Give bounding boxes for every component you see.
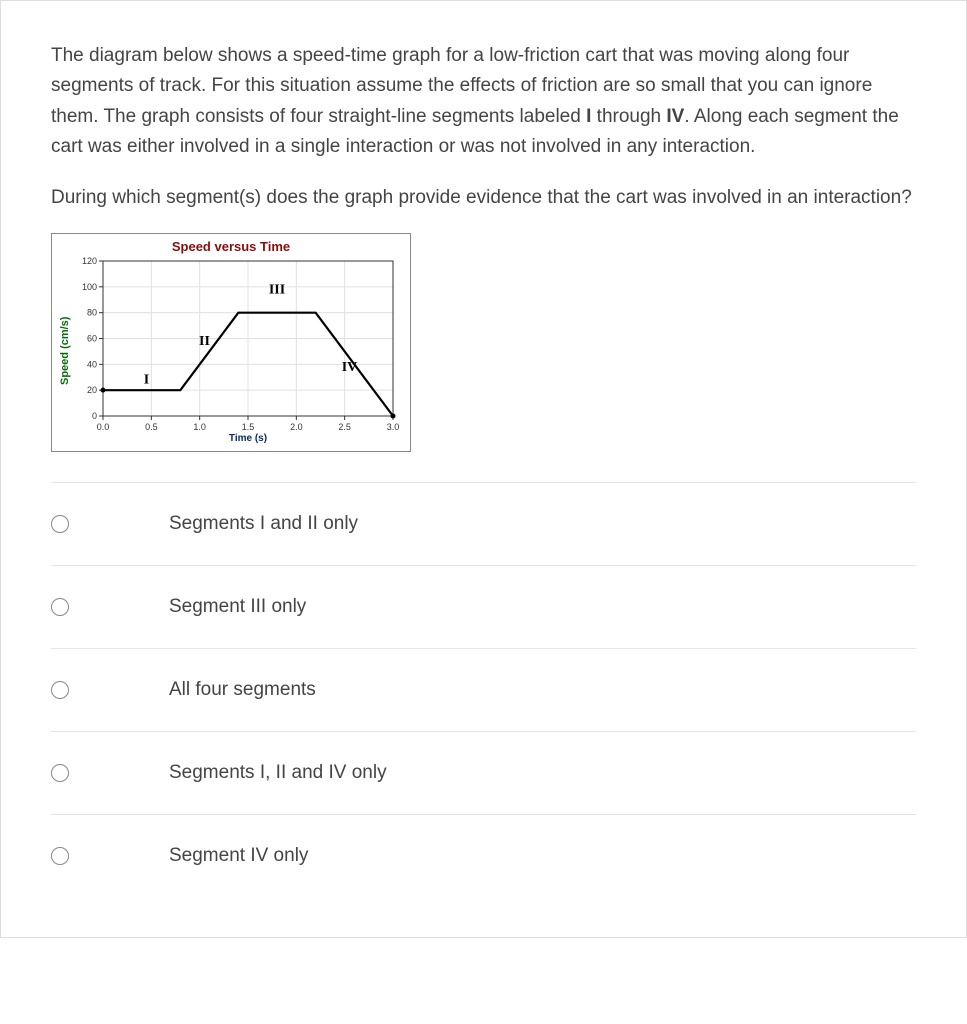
svg-text:40: 40 bbox=[87, 359, 97, 369]
radio-button[interactable] bbox=[51, 515, 69, 533]
svg-text:Time (s): Time (s) bbox=[229, 433, 267, 444]
chart-ylabel: Speed (cm/s) bbox=[57, 256, 73, 446]
svg-text:0: 0 bbox=[92, 411, 97, 421]
intro-text-2: through bbox=[591, 106, 666, 127]
question-intro: The diagram below shows a speed-time gra… bbox=[51, 41, 916, 163]
svg-text:0.0: 0.0 bbox=[97, 422, 110, 432]
radio-button[interactable] bbox=[51, 598, 69, 616]
svg-text:IV: IV bbox=[342, 360, 358, 375]
svg-text:II: II bbox=[199, 334, 210, 349]
svg-text:1.0: 1.0 bbox=[193, 422, 206, 432]
option-row[interactable]: Segments I, II and IV only bbox=[51, 732, 916, 815]
svg-text:60: 60 bbox=[87, 333, 97, 343]
option-row[interactable]: Segment IV only bbox=[51, 815, 916, 897]
option-label: All four segments bbox=[169, 679, 316, 701]
svg-text:20: 20 bbox=[87, 385, 97, 395]
option-label: Segments I, II and IV only bbox=[169, 762, 387, 784]
radio-button[interactable] bbox=[51, 847, 69, 865]
svg-text:2.0: 2.0 bbox=[290, 422, 303, 432]
option-label: Segment IV only bbox=[169, 845, 308, 867]
svg-text:0.5: 0.5 bbox=[145, 422, 158, 432]
intro-bold-2: IV bbox=[666, 106, 684, 127]
radio-button[interactable] bbox=[51, 764, 69, 782]
chart-figure: Speed versus Time Speed (cm/s) 0.0 0.5 1.0… bbox=[51, 233, 411, 452]
svg-text:100: 100 bbox=[82, 282, 97, 292]
svg-text:2.5: 2.5 bbox=[338, 422, 351, 432]
chart-title: Speed versus Time bbox=[57, 239, 405, 254]
question-container: The diagram below shows a speed-time gra… bbox=[0, 0, 967, 938]
chart-svg: 0.0 0.5 1.0 1.5 2.0 2.5 3.0 0 20 40 60 80 100 120 Time… bbox=[73, 256, 403, 446]
svg-text:80: 80 bbox=[87, 308, 97, 318]
svg-text:120: 120 bbox=[82, 256, 97, 266]
option-row[interactable]: Segments I and II only bbox=[51, 483, 916, 566]
option-row[interactable]: Segment III only bbox=[51, 566, 916, 649]
svg-text:3.0: 3.0 bbox=[387, 422, 400, 432]
radio-button[interactable] bbox=[51, 681, 69, 699]
chart-area: Speed (cm/s) 0.0 0.5 1.0 1.5 2.0 2.5 3.0 0 20 40 6… bbox=[57, 256, 405, 446]
answer-options: Segments I and II only Segment III only … bbox=[51, 482, 916, 897]
svg-text:I: I bbox=[144, 373, 149, 388]
svg-text:III: III bbox=[269, 282, 285, 297]
svg-text:1.5: 1.5 bbox=[242, 422, 255, 432]
option-label: Segments I and II only bbox=[169, 513, 358, 535]
question-prompt: During which segment(s) does the graph p… bbox=[51, 183, 916, 213]
option-row[interactable]: All four segments bbox=[51, 649, 916, 732]
option-label: Segment III only bbox=[169, 596, 306, 618]
